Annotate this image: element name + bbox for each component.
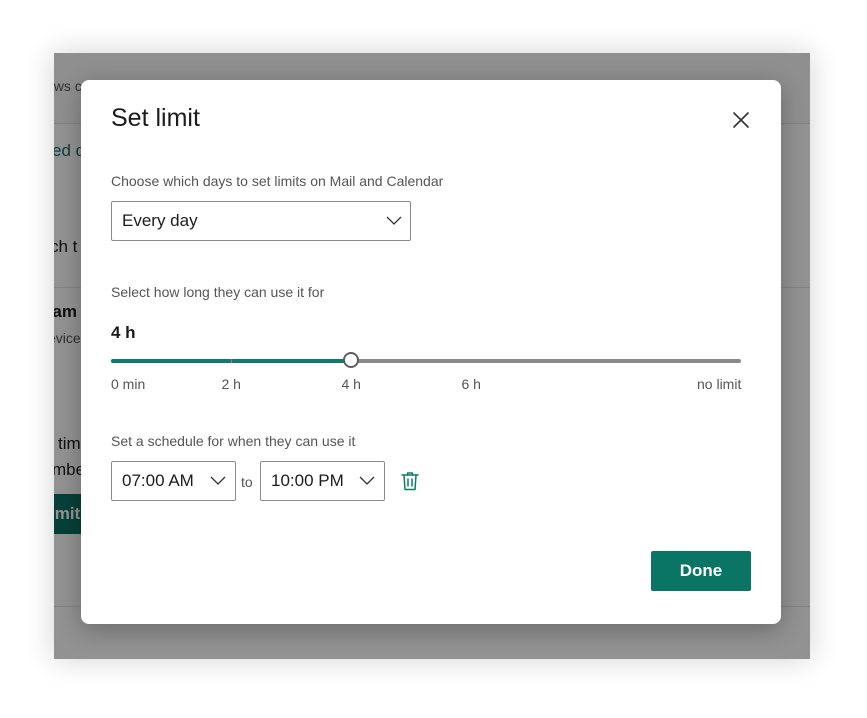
dialog-title: Set limit xyxy=(111,104,200,132)
set-limit-dialog: Set limit Choose which days to set limit… xyxy=(81,80,781,624)
chevron-down-icon xyxy=(359,476,375,485)
slider-tick-label: 6 h xyxy=(461,376,481,392)
schedule-start-value: 07:00 AM xyxy=(122,471,194,490)
schedule-end-dropdown[interactable]: 10:00 PM xyxy=(260,461,385,501)
schedule-start-dropdown[interactable]: 07:00 AM xyxy=(111,461,236,501)
slider-tick xyxy=(231,359,232,363)
delete-schedule-button[interactable] xyxy=(399,470,421,492)
trash-icon xyxy=(401,472,419,491)
slider-track[interactable] xyxy=(111,359,741,363)
slider-tick-label: 0 min xyxy=(111,376,146,392)
slider-tick-label: 2 h xyxy=(221,376,241,392)
days-dropdown[interactable]: Every day xyxy=(111,201,411,241)
slider-thumb[interactable] xyxy=(343,352,359,368)
close-icon xyxy=(733,112,749,128)
duration-label: Select how long they can use it for xyxy=(111,284,325,300)
slider-tick xyxy=(471,359,472,363)
schedule-label: Set a schedule for when they can use it xyxy=(111,433,356,449)
days-label: Choose which days to set limits on Mail … xyxy=(111,173,444,189)
chevron-down-icon xyxy=(210,476,226,485)
days-dropdown-value: Every day xyxy=(122,211,198,230)
schedule-to-label: to xyxy=(241,474,253,490)
schedule-end-value: 10:00 PM xyxy=(271,471,344,490)
slider-tick-label: 4 h xyxy=(341,376,361,392)
close-button[interactable] xyxy=(727,108,755,132)
duration-value: 4 h xyxy=(111,323,136,342)
done-button[interactable]: Done xyxy=(651,551,751,591)
slider-tick-label: no limit xyxy=(697,376,742,392)
chevron-down-icon xyxy=(386,216,402,225)
